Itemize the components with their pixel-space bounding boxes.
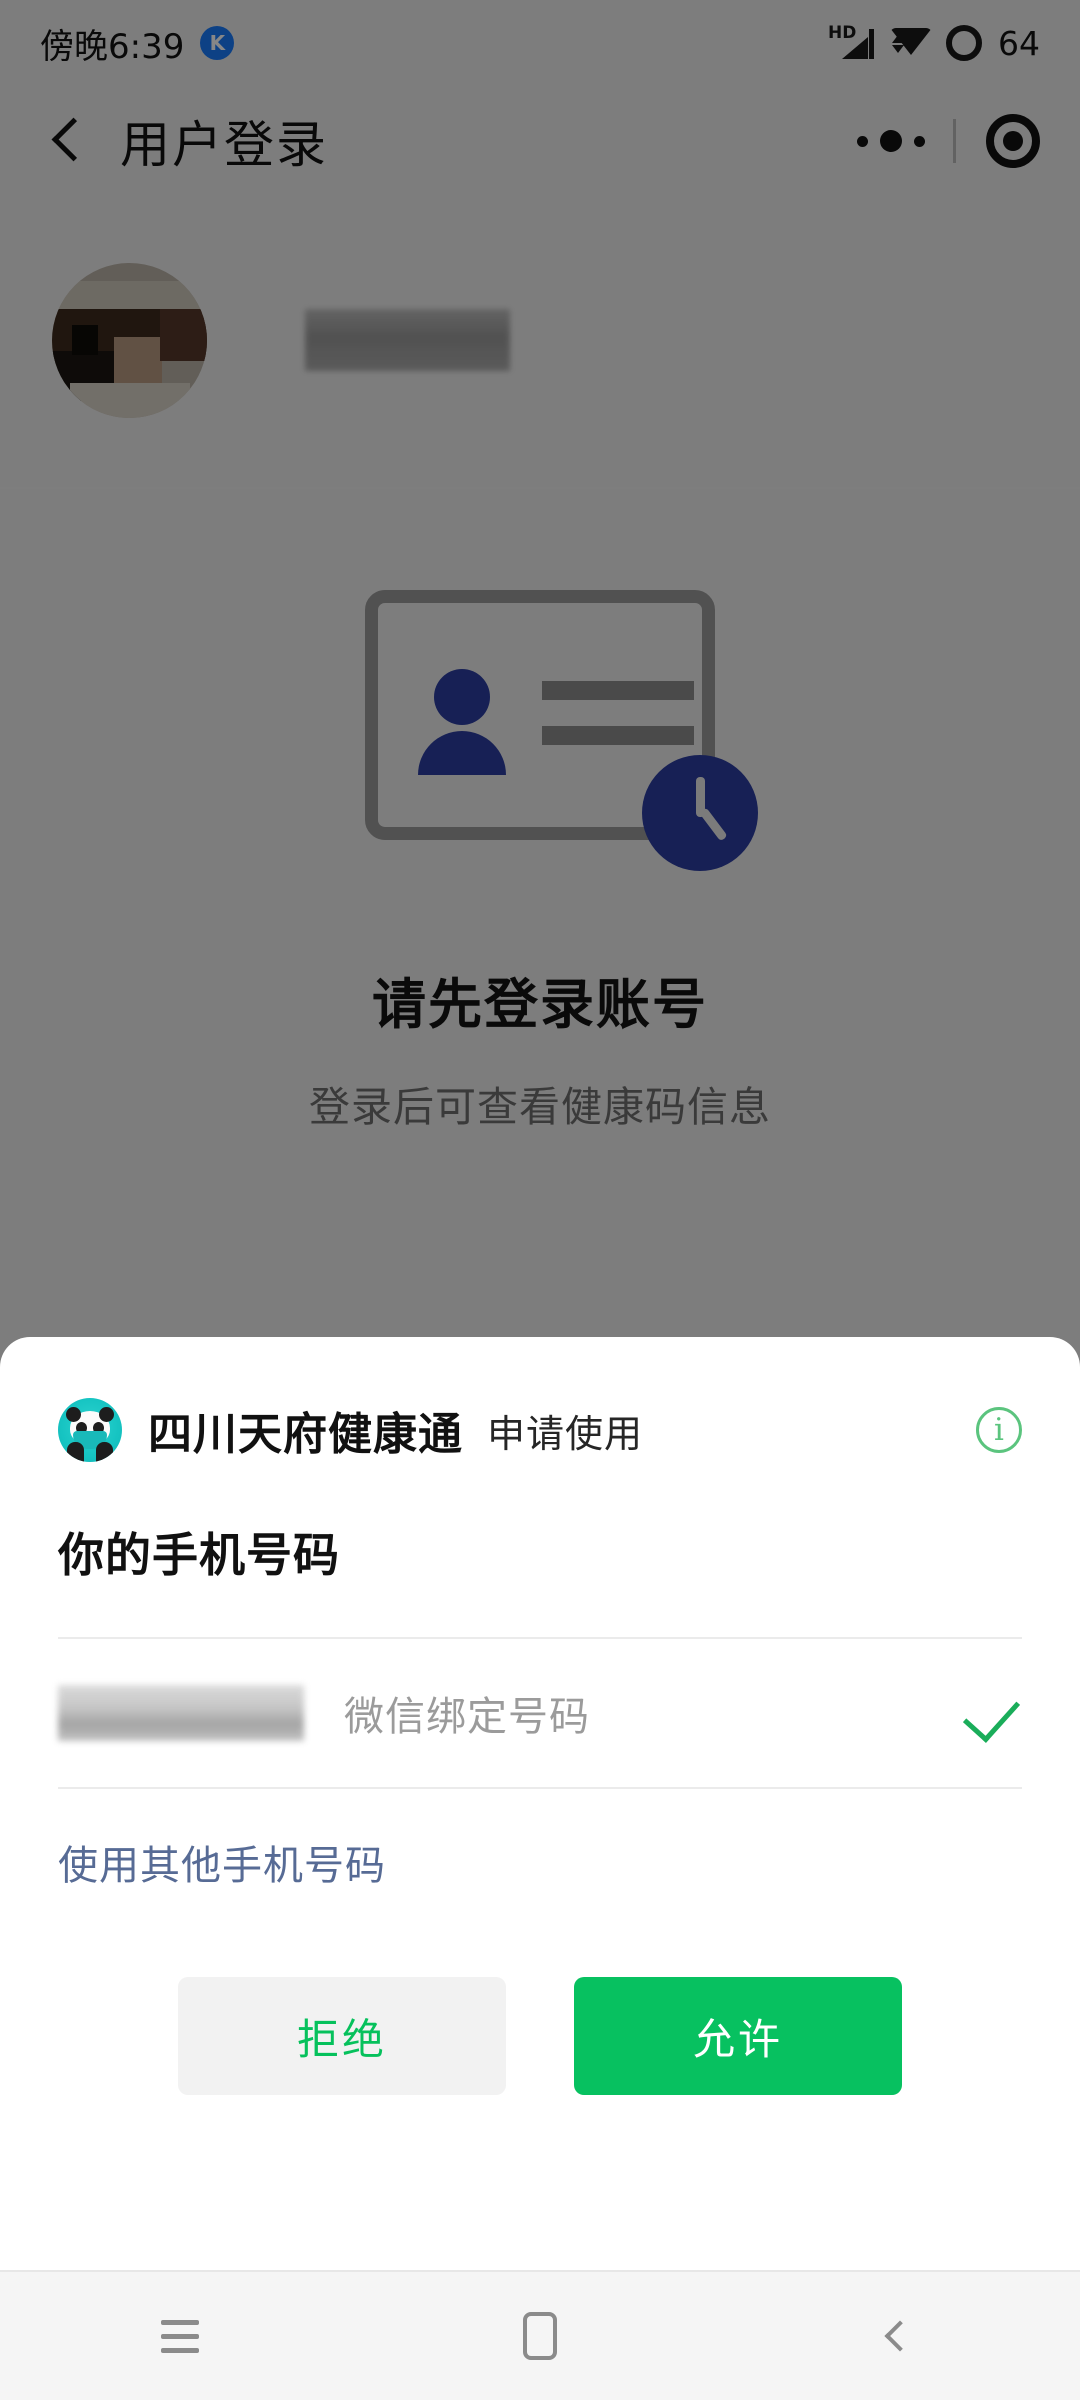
system-navigation-bar bbox=[0, 2270, 1080, 2400]
sheet-actions: 拒绝 允许 bbox=[58, 1977, 1022, 2095]
info-circle-icon[interactable]: i bbox=[976, 1407, 1022, 1453]
system-back-chevron-icon[interactable] bbox=[840, 2291, 960, 2381]
phone-number-redacted bbox=[58, 1685, 304, 1741]
phone-option-row[interactable]: 微信绑定号码 bbox=[58, 1639, 1022, 1787]
scope-title: 你的手机号码 bbox=[58, 1528, 340, 1582]
authorization-sheet: 四川天府健康通 申请使用 i 你的手机号码 微信绑定号码 使用其他手机号码 拒绝… bbox=[0, 1337, 1080, 2270]
app-name: 四川天府健康通 bbox=[148, 1409, 463, 1460]
request-action-text: 申请使用 bbox=[487, 1411, 644, 1456]
allow-button[interactable]: 允许 bbox=[574, 1977, 902, 2095]
home-square-icon[interactable] bbox=[480, 2291, 600, 2381]
deny-button[interactable]: 拒绝 bbox=[178, 1977, 506, 2095]
sheet-header: 四川天府健康通 申请使用 i bbox=[58, 1337, 1022, 1485]
recents-menu-icon[interactable] bbox=[120, 2291, 240, 2381]
phone-source-label: 微信绑定号码 bbox=[344, 1694, 590, 1740]
use-other-phone-link[interactable]: 使用其他手机号码 bbox=[58, 1789, 1022, 1935]
panda-app-icon bbox=[58, 1398, 122, 1462]
checkmark-icon bbox=[968, 1686, 1022, 1740]
